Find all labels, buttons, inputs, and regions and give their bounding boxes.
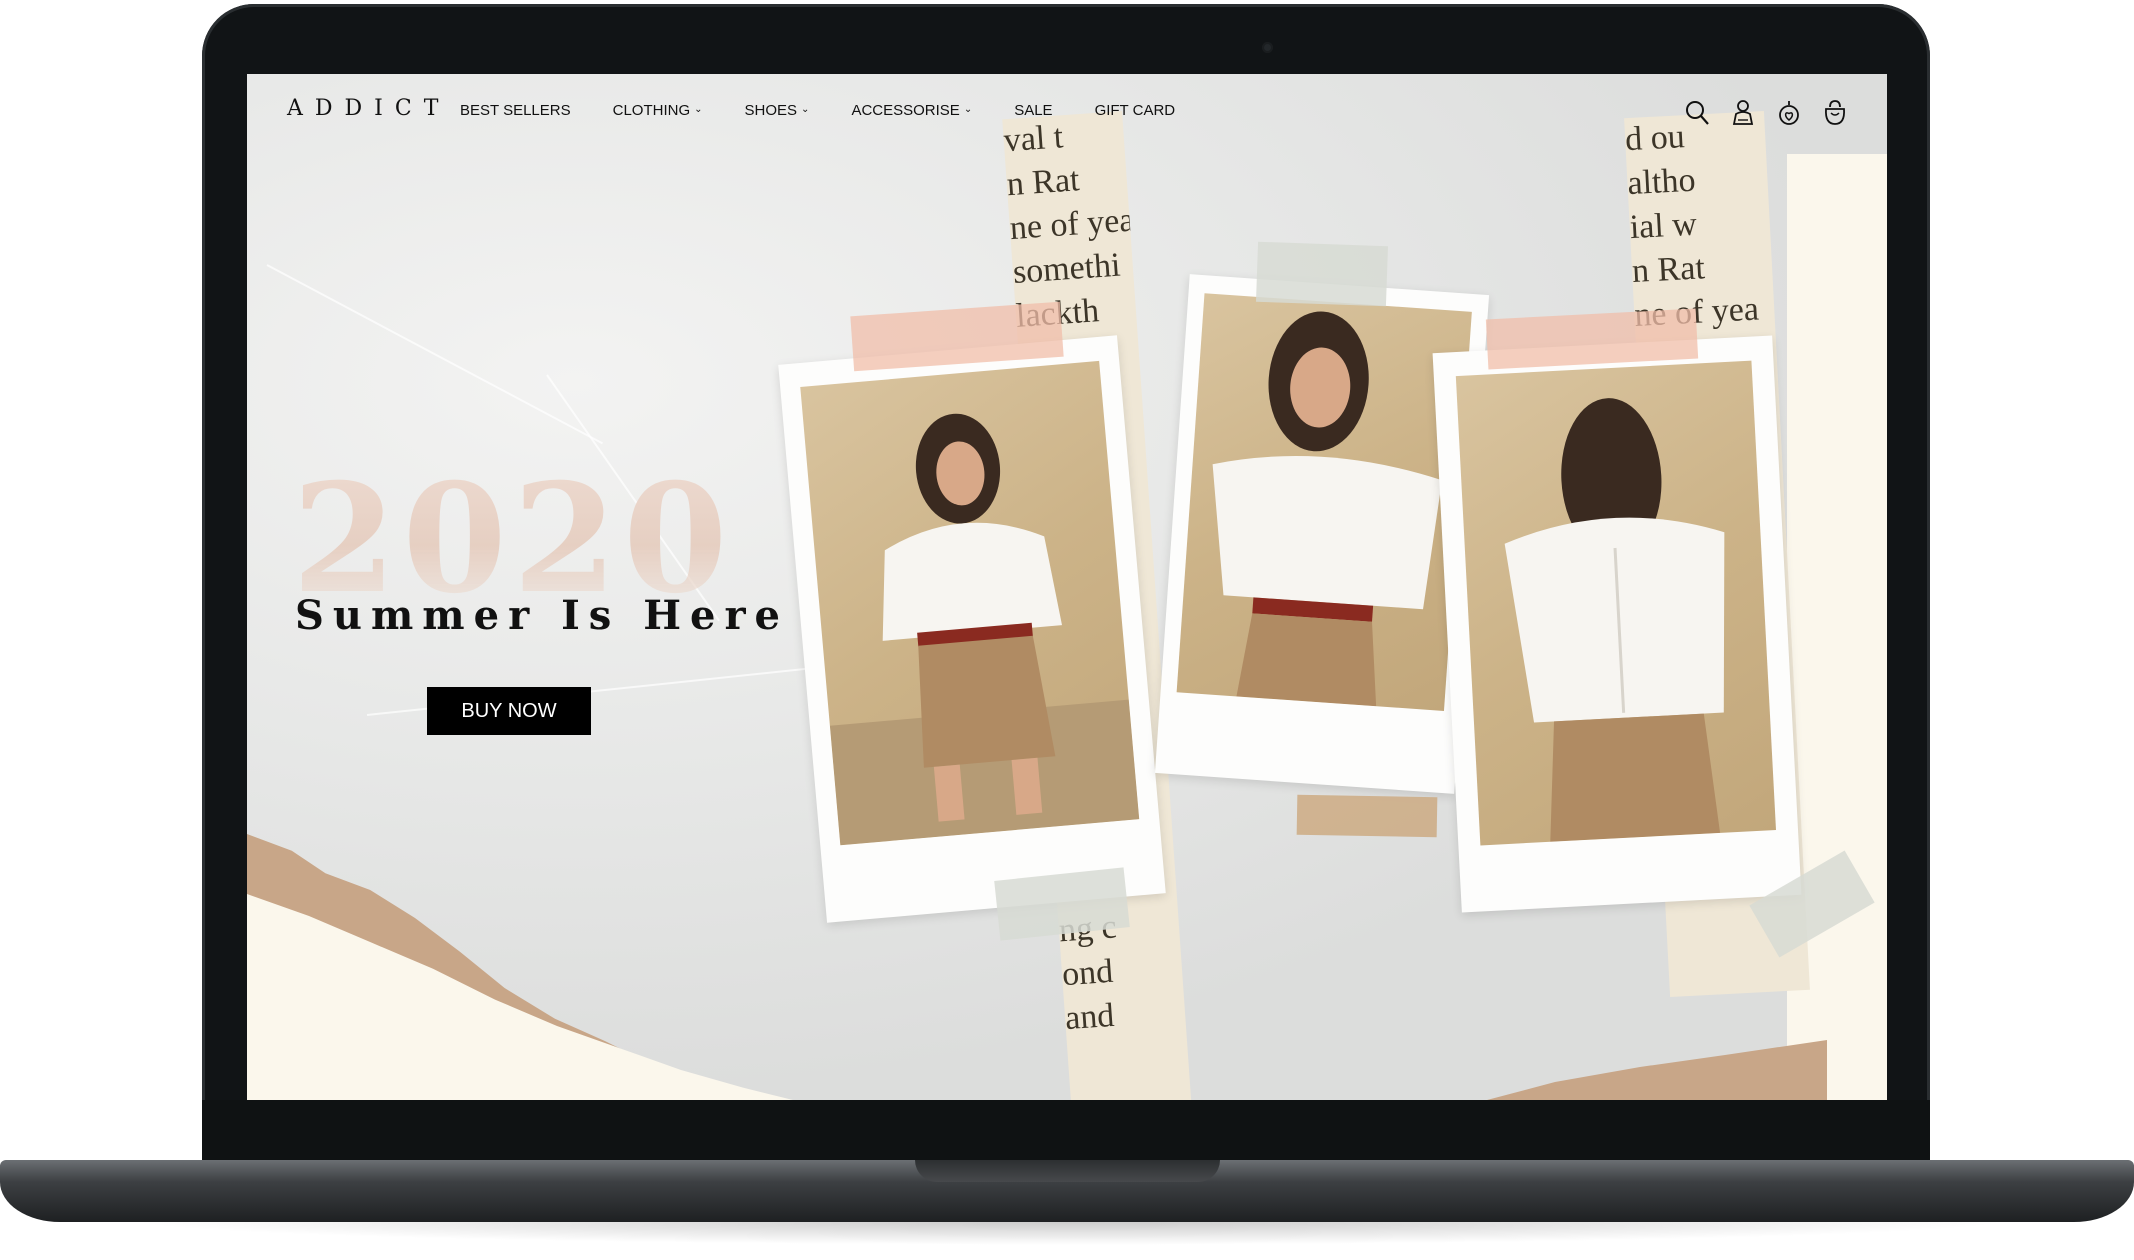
- model-photo-front[interactable]: [800, 360, 1140, 846]
- nav-item-best-sellers[interactable]: BEST SELLERS: [460, 102, 571, 119]
- header-icons: [1684, 98, 1848, 126]
- photo-frame-1: [778, 335, 1166, 923]
- main-menu: BEST SELLERS CLOTHING ⌄ SHOES ⌄ ACCESSORISE ⌄ S…: [460, 102, 1217, 119]
- nav-item-accessorise[interactable]: ACCESSORISE ⌄: [851, 102, 972, 119]
- newsprint-line: altho: [1626, 161, 1697, 203]
- nav-item-label: ACCESSORISE: [851, 102, 960, 119]
- laptop-notch: [915, 1160, 1220, 1182]
- model-figure-1: [829, 413, 1140, 846]
- model-photo-back[interactable]: [1455, 360, 1776, 846]
- nav-item-label: SHOES: [744, 102, 798, 119]
- chevron-down-icon: ⌄: [801, 104, 810, 115]
- newsprint-line: and: [1063, 996, 1116, 1038]
- tape-gray-1: [1255, 241, 1389, 307]
- chevron-down-icon: ⌄: [694, 104, 703, 115]
- newsprint-line: n Rat: [1631, 249, 1706, 291]
- photo-frame-3: [1432, 335, 1802, 913]
- nav-item-clothing[interactable]: CLOTHING ⌄: [613, 102, 703, 119]
- tape-kraft-1: [1296, 794, 1438, 838]
- nav-item-label: SALE: [1014, 102, 1053, 119]
- nav-item-label: GIFT CARD: [1094, 102, 1176, 119]
- torn-paper-kraft-right: [1487, 1040, 1827, 1100]
- nav-item-label: BEST SELLERS: [460, 102, 571, 119]
- newsprint-line: ial w: [1628, 205, 1698, 247]
- account-icon[interactable]: [1730, 98, 1756, 126]
- hero-headline: Summer Is Here: [295, 592, 789, 639]
- newsprint-line: somethi: [1011, 246, 1122, 291]
- website-screen: val tn Ratne of yeasomethilackthicut Ng,…: [247, 74, 1887, 1100]
- bag-icon[interactable]: [1822, 98, 1848, 126]
- camera-icon: [1262, 42, 1273, 53]
- laptop-bezel: [202, 1100, 1930, 1160]
- wishlist-icon[interactable]: [1776, 98, 1802, 126]
- chevron-down-icon: ⌄: [963, 104, 973, 115]
- nav-item-gift-card[interactable]: GIFT CARD: [1095, 102, 1176, 119]
- marble-vein: [266, 264, 603, 445]
- brand-logo[interactable]: ADDICT: [287, 96, 450, 121]
- top-navigation: ADDICT BEST SELLERS CLOTHING ⌄ SHOES ⌄ ACCESS…: [247, 74, 1887, 154]
- buy-now-button[interactable]: BUY NOW: [427, 687, 591, 735]
- nav-item-label: CLOTHING: [612, 102, 691, 119]
- search-icon[interactable]: [1684, 98, 1710, 126]
- nav-item-shoes[interactable]: SHOES ⌄: [745, 102, 810, 119]
- nav-item-sale[interactable]: SALE: [1014, 102, 1052, 119]
- model-photo-closeup[interactable]: [1176, 293, 1472, 711]
- model-figure-2: [1212, 311, 1443, 707]
- model-figure-3: [1504, 398, 1725, 842]
